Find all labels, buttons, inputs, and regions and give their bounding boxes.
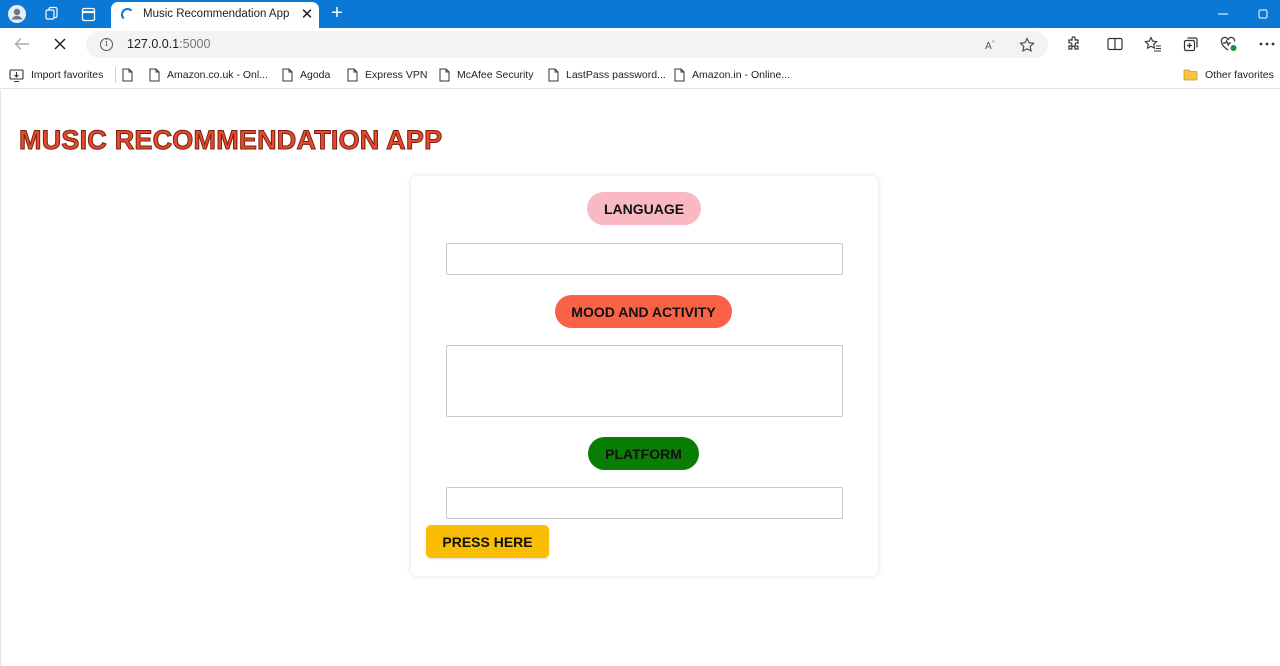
address-bar[interactable]: i 127.0.0.1:5000 Aⁿ bbox=[86, 31, 1048, 58]
read-aloud-icon[interactable]: Aⁿ bbox=[984, 36, 1002, 54]
fav-label: Express VPN bbox=[365, 69, 428, 81]
loading-spinner-icon bbox=[121, 8, 134, 21]
page-icon bbox=[149, 68, 160, 82]
language-label: LANGUAGE bbox=[587, 192, 701, 225]
fav-express-vpn[interactable]: Express VPN bbox=[347, 67, 427, 83]
page-icon bbox=[674, 68, 685, 82]
fav-label: Other favorites bbox=[1205, 69, 1274, 81]
folder-icon bbox=[1183, 69, 1198, 81]
page-icon bbox=[122, 68, 133, 82]
page-icon bbox=[347, 68, 358, 82]
platform-label: PLATFORM bbox=[588, 437, 699, 470]
language-input[interactable] bbox=[446, 243, 843, 275]
tab-actions-icon[interactable] bbox=[78, 4, 98, 24]
fav-amazon-in[interactable]: Amazon.in - Online... bbox=[674, 67, 790, 83]
site-info-icon[interactable]: i bbox=[100, 38, 113, 51]
new-tab-icon[interactable]: + bbox=[326, 3, 348, 25]
browser-toolbar: i 127.0.0.1:5000 Aⁿ bbox=[0, 28, 1280, 60]
tab-title: Music Recommendation App bbox=[143, 8, 290, 20]
browser-essentials-icon[interactable] bbox=[1219, 35, 1239, 53]
url-text[interactable]: 127.0.0.1:5000 bbox=[127, 37, 210, 51]
page-viewport: MUSIC RECOMMENDATION APP LANGUAGE MOOD A… bbox=[0, 90, 1280, 666]
back-icon[interactable] bbox=[10, 33, 34, 55]
fav-lastpass[interactable]: LastPass password... bbox=[548, 67, 666, 83]
close-tab-icon[interactable]: ✕ bbox=[298, 5, 316, 23]
browser-title-bar: Music Recommendation App ✕ + bbox=[0, 0, 1280, 28]
page-icon bbox=[282, 68, 293, 82]
fav-label: Amazon.co.uk - Onl... bbox=[167, 69, 268, 81]
recommendation-form: LANGUAGE MOOD AND ACTIVITY PLATFORM PRES… bbox=[411, 176, 878, 576]
collections-icon[interactable] bbox=[1181, 35, 1201, 53]
stop-loading-icon[interactable] bbox=[48, 33, 72, 55]
fav-label: LastPass password... bbox=[566, 69, 666, 81]
import-favorites-icon bbox=[9, 68, 24, 82]
split-screen-icon[interactable] bbox=[1105, 35, 1125, 53]
page-title: MUSIC RECOMMENDATION APP bbox=[18, 125, 443, 156]
svg-text:ⁿ: ⁿ bbox=[992, 39, 995, 47]
fav-other-favorites[interactable]: Other favorites bbox=[1183, 67, 1274, 83]
workspaces-icon[interactable] bbox=[42, 4, 62, 24]
fav-import-favorites[interactable]: Import favorites bbox=[9, 67, 103, 83]
add-favorite-icon[interactable] bbox=[1018, 36, 1036, 54]
restore-icon[interactable] bbox=[1252, 4, 1274, 24]
active-tab[interactable]: Music Recommendation App ✕ bbox=[111, 2, 319, 28]
svg-text:A: A bbox=[985, 41, 992, 52]
more-menu-icon[interactable] bbox=[1257, 35, 1277, 53]
press-here-button[interactable]: PRESS HERE bbox=[426, 525, 549, 558]
mood-activity-input[interactable] bbox=[446, 345, 843, 417]
fav-mcafee[interactable]: McAfee Security bbox=[439, 67, 533, 83]
url-port: :5000 bbox=[179, 37, 211, 51]
mood-activity-label: MOOD AND ACTIVITY bbox=[555, 295, 732, 328]
profile-icon[interactable] bbox=[7, 4, 27, 24]
platform-input[interactable] bbox=[446, 487, 843, 519]
page-icon bbox=[439, 68, 450, 82]
fav-agoda[interactable]: Agoda bbox=[282, 67, 330, 83]
page-icon bbox=[548, 68, 559, 82]
extensions-icon[interactable] bbox=[1064, 35, 1084, 53]
favorites-bar: Import favorites Amazon.co.uk - Onl... A… bbox=[0, 60, 1280, 89]
fav-amazon-uk[interactable]: Amazon.co.uk - Onl... bbox=[149, 67, 268, 83]
fav-label: Amazon.in - Online... bbox=[692, 69, 791, 81]
favorites-icon[interactable] bbox=[1143, 35, 1163, 53]
fav-page-icon-only[interactable] bbox=[122, 67, 140, 83]
fav-label: Agoda bbox=[300, 69, 331, 81]
favorites-divider bbox=[115, 67, 116, 83]
fav-label: Import favorites bbox=[31, 69, 104, 81]
url-host: 127.0.0.1 bbox=[127, 37, 180, 51]
fav-label: McAfee Security bbox=[457, 69, 534, 81]
minimize-icon[interactable] bbox=[1212, 4, 1234, 24]
